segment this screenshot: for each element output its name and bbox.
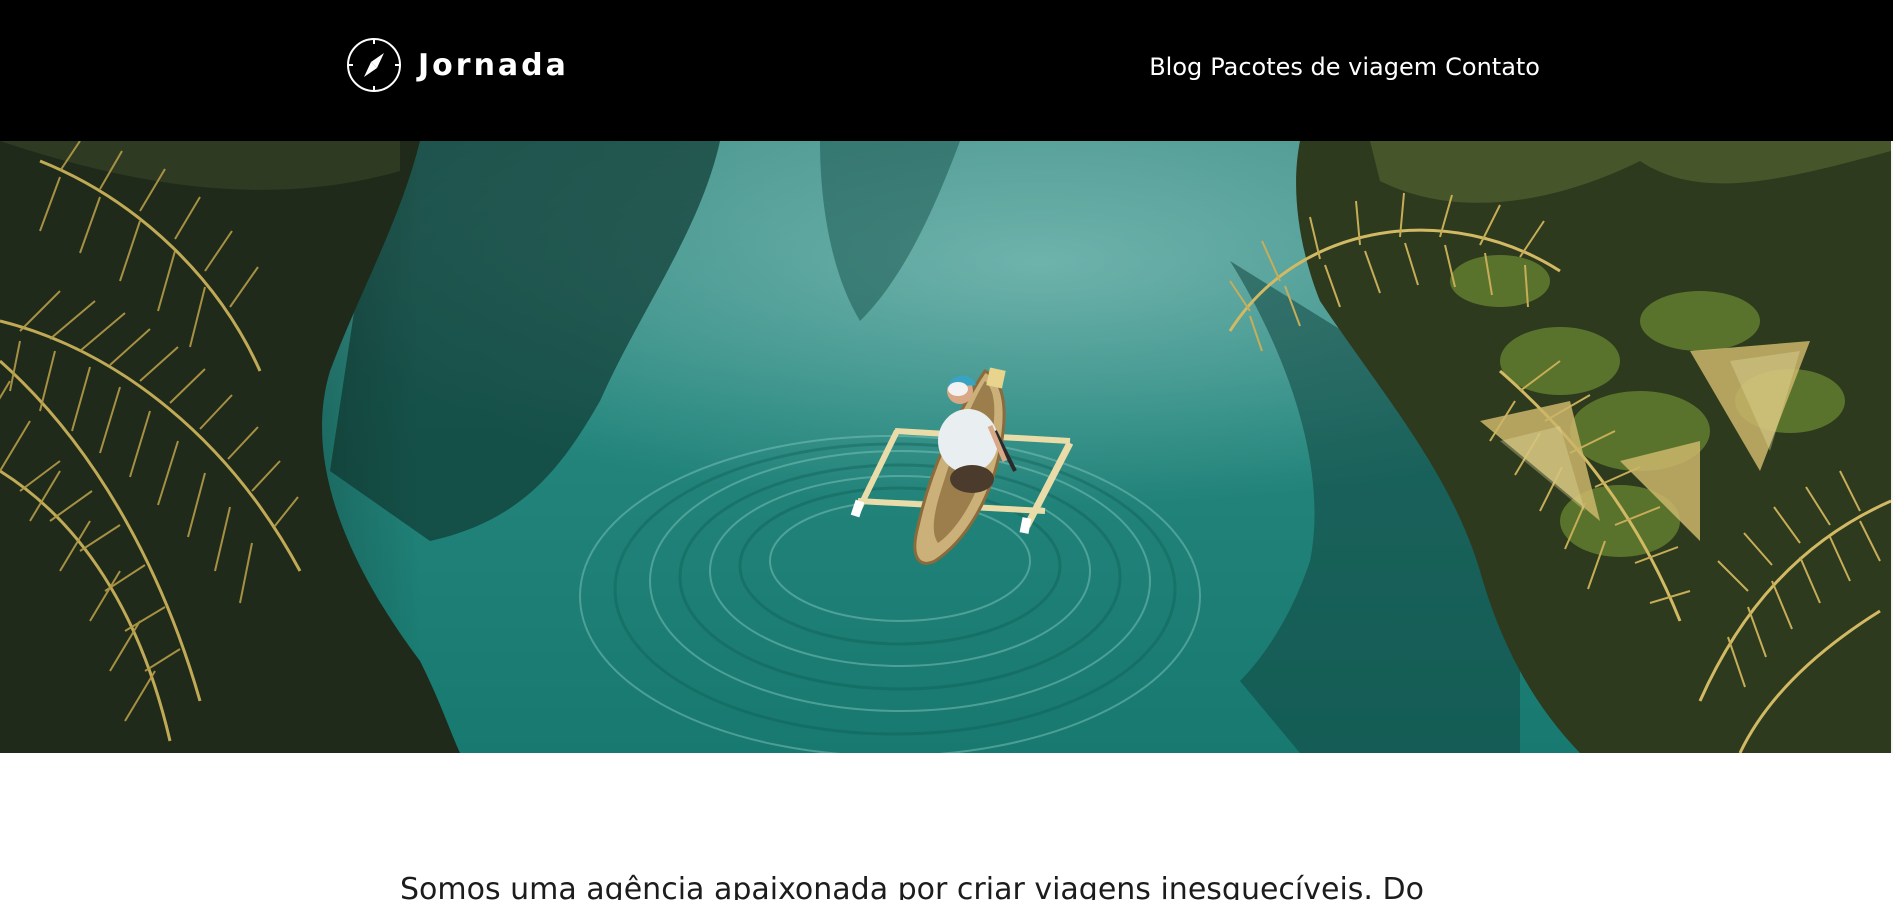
nav-link-pacotes[interactable]: Pacotes de viagem (1210, 50, 1437, 84)
hero-illustration (0, 141, 1891, 753)
main-nav: Blog Pacotes de viagem Contato (1149, 50, 1540, 84)
page: Jornada Blog Pacotes de viagem Contato S… (0, 0, 1893, 900)
intro-text: Somos uma agência apaixonada por criar v… (400, 872, 1424, 900)
logo-link[interactable]: Jornada (346, 37, 569, 93)
compass-icon (347, 38, 401, 92)
brand-name: Jornada (418, 47, 569, 83)
site-header: Jornada Blog Pacotes de viagem Contato (0, 0, 1893, 141)
nav-link-contato[interactable]: Contato (1445, 50, 1540, 84)
nav-link-blog[interactable]: Blog (1149, 50, 1202, 84)
hero-image (0, 141, 1891, 753)
